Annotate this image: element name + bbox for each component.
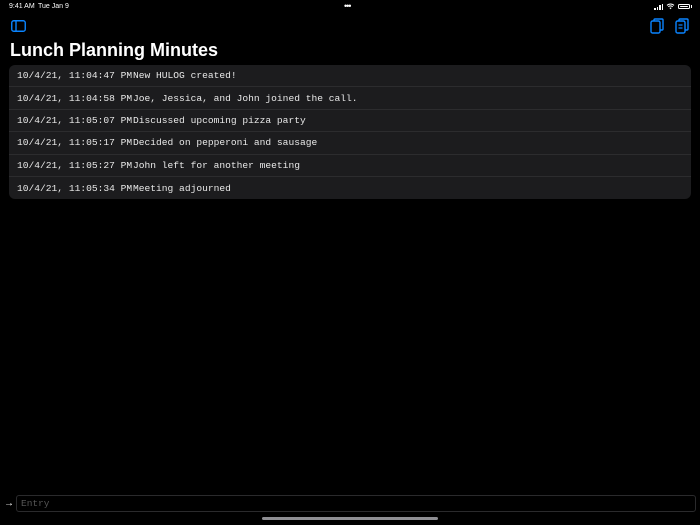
wifi-icon: [666, 3, 675, 10]
log-entry-row[interactable]: 10/4/21, 11:05:34 PM Meeting adjourned: [9, 177, 691, 199]
battery-tip: [691, 5, 692, 8]
log-entry-text: New HULOG created!: [133, 70, 237, 82]
log-entry-timestamp: 10/4/21, 11:05:27 PM: [17, 159, 133, 171]
status-date: Tue Jan 9: [38, 3, 69, 10]
sidebar-toggle-icon: [10, 20, 26, 32]
copy-icon: [650, 18, 664, 34]
log-entry-text: Joe, Jessica, and John joined the call.: [133, 92, 358, 104]
log-entry-row[interactable]: 10/4/21, 11:04:47 PM New HULOG created!: [9, 65, 691, 88]
log-entry-timestamp: 10/4/21, 11:05:34 PM: [17, 182, 133, 194]
log-entry-timestamp: 10/4/21, 11:05:17 PM: [17, 137, 133, 149]
log-entry-text: Decided on pepperoni and sausage: [133, 137, 318, 149]
home-indicator: [262, 517, 438, 520]
log-entry-row[interactable]: 10/4/21, 11:04:58 PM Joe, Jessica, and J…: [9, 87, 691, 110]
log-entry-text: Discussed upcoming pizza party: [133, 114, 306, 126]
log-entry-row[interactable]: 10/4/21, 11:05:17 PM Decided on pepperon…: [9, 132, 691, 155]
log-list: 10/4/21, 11:04:47 PM New HULOG created! …: [9, 65, 691, 200]
page-title: Lunch Planning Minutes: [10, 40, 218, 60]
cellular-signal-icon: [654, 3, 663, 10]
log-entry-timestamp: 10/4/21, 11:05:07 PM: [17, 114, 133, 126]
log-entry-timestamp: 10/4/21, 11:04:58 PM: [17, 92, 133, 104]
log-entry-row[interactable]: 10/4/21, 11:05:07 PM Discussed upcoming …: [9, 110, 691, 133]
status-indicators: [654, 3, 692, 10]
entry-bar: →: [0, 493, 700, 513]
log-entry-timestamp: 10/4/21, 11:04:47 PM: [17, 70, 133, 82]
status-bar: 9:41 AM Tue Jan 9 •••: [0, 0, 700, 14]
submit-arrow-icon[interactable]: →: [4, 498, 14, 509]
log-entry-row[interactable]: 10/4/21, 11:05:27 PM John left for anoth…: [9, 155, 691, 177]
multitasking-dots-icon[interactable]: •••: [344, 1, 352, 11]
log-entry-text: Meeting adjourned: [133, 182, 231, 194]
entry-input[interactable]: [16, 495, 696, 512]
paste-icon: [675, 18, 689, 34]
battery-icon: [678, 4, 690, 9]
paste-button[interactable]: [673, 17, 691, 35]
copy-button[interactable]: [648, 17, 666, 35]
status-time: 9:41 AM: [9, 3, 35, 10]
log-entry-text: John left for another meeting: [133, 159, 300, 171]
sidebar-toggle-button[interactable]: [9, 17, 27, 35]
